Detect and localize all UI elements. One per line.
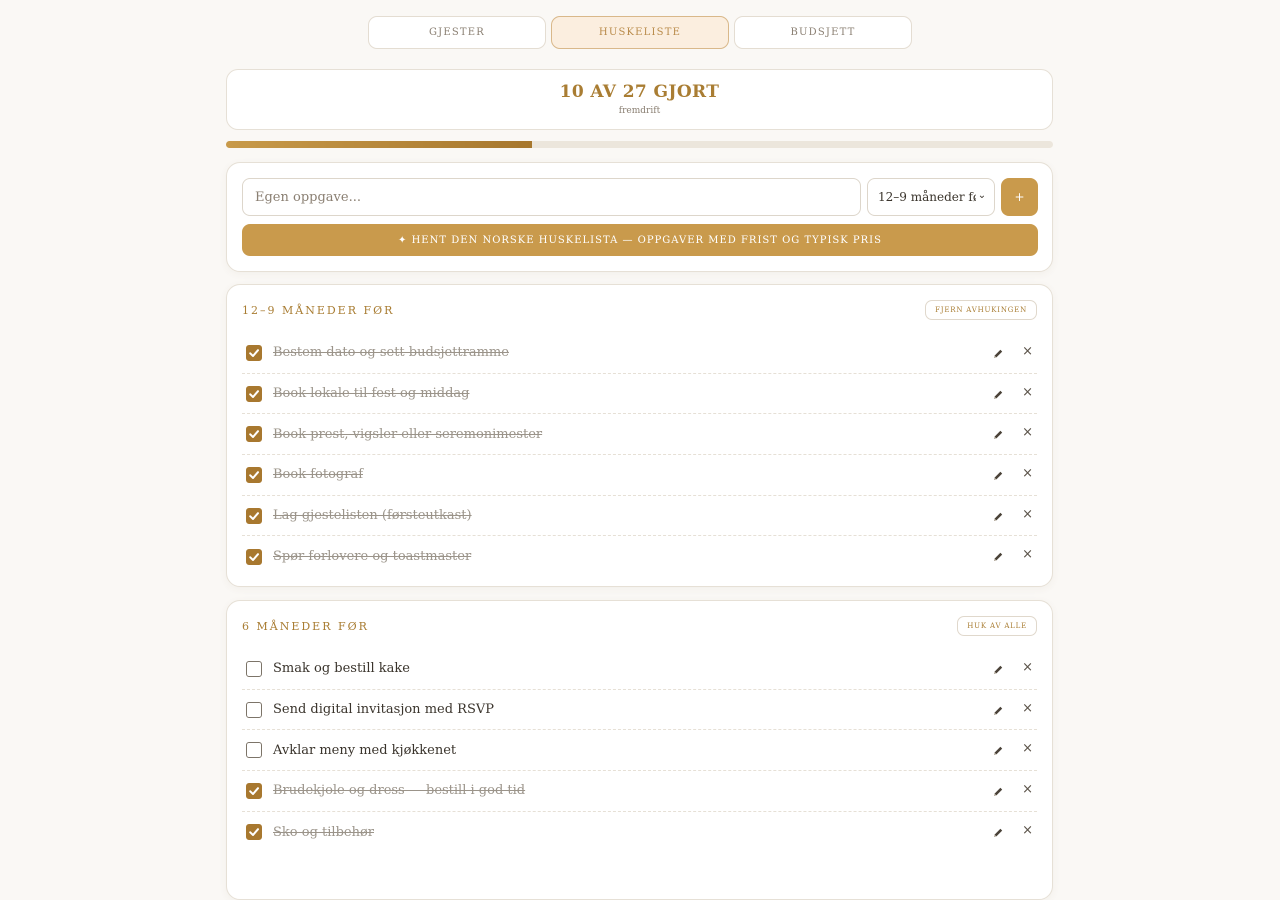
tab-bar: Gjester Huskeliste Budsjett xyxy=(368,16,912,49)
task-checkbox[interactable] xyxy=(246,466,262,483)
close-icon[interactable]: × xyxy=(1022,466,1033,481)
pencil-icon[interactable] xyxy=(991,346,1005,360)
task-label: Sko og tilbehør xyxy=(273,824,374,840)
close-icon[interactable]: × xyxy=(1022,741,1033,756)
checkmark-icon xyxy=(249,349,259,357)
section-12-9-months: 12–9 måneder før Fjern avhukingen Bestem… xyxy=(226,284,1053,587)
task-label: Smak og bestill kake xyxy=(273,661,410,677)
checkmark-icon xyxy=(249,511,259,520)
task-item: Book fotograf × xyxy=(242,455,1037,496)
task-item: Sko og tilbehør × xyxy=(242,812,1037,853)
tab-huskeliste[interactable]: Huskeliste xyxy=(551,16,729,49)
task-item: Spør forlovere og toastmaster × xyxy=(242,536,1037,577)
task-item: Brudekjole og dress — bestill i god tid × xyxy=(242,771,1037,812)
checkmark-icon xyxy=(249,787,259,795)
task-item: Avklar meny med kjøkkenet × xyxy=(242,730,1037,772)
pencil-icon[interactable] xyxy=(991,743,1005,757)
task-checkbox[interactable] xyxy=(246,385,262,402)
section-title: 12–9 måneder før xyxy=(242,303,395,317)
task-label: Book fotograf xyxy=(273,467,364,483)
pencil-icon[interactable] xyxy=(991,509,1005,523)
close-icon[interactable]: × xyxy=(1022,823,1033,838)
task-item: Lag gjestelisten (førsteutkast) × xyxy=(242,496,1037,537)
task-checkbox[interactable] xyxy=(246,660,262,677)
close-icon[interactable]: × xyxy=(1022,507,1033,522)
add-task-button[interactable]: + xyxy=(1001,178,1038,216)
progress-subtitle: fremdrift xyxy=(618,106,661,116)
pencil-icon[interactable] xyxy=(991,549,1005,563)
checkmark-icon xyxy=(249,389,259,398)
task-label: Send digital invitasjon med RSVP xyxy=(273,702,494,718)
fetch-checklist-button[interactable]: ✦ Hent den norske huskelista — oppgaver … xyxy=(242,224,1038,256)
task-label: Book prest, vigsler eller seremonimester xyxy=(273,426,543,442)
period-select-value: 12–9 måneder før xyxy=(878,190,986,204)
close-icon[interactable]: × xyxy=(1022,701,1033,716)
task-item: Book lokale til fest og middag × xyxy=(242,374,1037,415)
task-label: Lag gjestelisten (førsteutkast) xyxy=(273,508,472,524)
section-6-months: 6 måneder før Huk av alle Smak og bestil… xyxy=(226,600,1053,900)
task-checkbox[interactable] xyxy=(246,507,262,524)
progress-summary: 10 av 27 gjort fremdrift xyxy=(226,69,1053,130)
checkmark-icon xyxy=(249,471,259,479)
tab-gjester[interactable]: Gjester xyxy=(368,16,546,49)
progress-title: 10 av 27 gjort xyxy=(559,82,720,102)
task-item: Bestem dato og sett budsjettramme × xyxy=(242,333,1037,374)
pencil-icon[interactable] xyxy=(991,662,1005,676)
progress-bar xyxy=(226,141,1053,148)
task-list: Bestem dato og sett budsjettramme × Book l… xyxy=(242,333,1037,577)
add-task-card: 12–9 måneder før ⌄ + ✦ Hent den norske h… xyxy=(226,162,1053,272)
check-all-button[interactable]: Huk av alle xyxy=(957,616,1037,636)
task-checkbox[interactable] xyxy=(246,742,262,759)
close-icon[interactable]: × xyxy=(1022,425,1033,440)
task-checkbox[interactable] xyxy=(246,548,262,565)
task-checkbox[interactable] xyxy=(246,426,262,443)
pencil-icon[interactable] xyxy=(991,784,1005,798)
section-header: 6 måneder før Huk av alle xyxy=(242,601,1037,649)
task-label: Spør forlovere og toastmaster xyxy=(273,549,472,565)
close-icon[interactable]: × xyxy=(1022,344,1033,359)
uncheck-all-button[interactable]: Fjern avhukingen xyxy=(925,300,1037,320)
task-checkbox[interactable] xyxy=(246,701,262,718)
close-icon[interactable]: × xyxy=(1022,385,1033,400)
pencil-icon[interactable] xyxy=(991,703,1005,717)
task-list: Smak og bestill kake × Send digital invita… xyxy=(242,649,1037,852)
task-label: Book lokale til fest og middag xyxy=(273,386,470,402)
task-item: Send digital invitasjon med RSVP × xyxy=(242,690,1037,731)
checkmark-icon xyxy=(249,552,259,561)
pencil-icon[interactable] xyxy=(991,468,1005,482)
task-item: Book prest, vigsler eller seremonimester… xyxy=(242,414,1037,456)
pencil-icon[interactable] xyxy=(991,387,1005,401)
pencil-icon[interactable] xyxy=(991,427,1005,441)
section-title: 6 måneder før xyxy=(242,619,369,633)
task-checkbox[interactable] xyxy=(246,782,262,799)
period-select[interactable]: 12–9 måneder før ⌄ xyxy=(867,178,995,216)
close-icon[interactable]: × xyxy=(1022,660,1033,675)
checkmark-icon xyxy=(249,828,259,837)
close-icon[interactable]: × xyxy=(1022,782,1033,797)
chevron-down-icon: ⌄ xyxy=(976,190,988,204)
task-label: Brudekjole og dress — bestill i god tid xyxy=(273,783,526,799)
task-label: Avklar meny med kjøkkenet xyxy=(273,742,457,758)
task-item: Smak og bestill kake × xyxy=(242,649,1037,690)
section-header: 12–9 måneder før Fjern avhukingen xyxy=(242,285,1037,333)
progress-bar-fill xyxy=(226,141,533,148)
pencil-icon[interactable] xyxy=(991,825,1005,839)
task-checkbox[interactable] xyxy=(246,344,262,361)
tab-budsjett[interactable]: Budsjett xyxy=(734,16,912,49)
checkmark-icon xyxy=(249,430,259,439)
close-icon[interactable]: × xyxy=(1022,547,1033,562)
task-label: Bestem dato og sett budsjettramme xyxy=(273,345,509,361)
task-checkbox[interactable] xyxy=(246,824,262,841)
task-input[interactable] xyxy=(242,178,861,216)
